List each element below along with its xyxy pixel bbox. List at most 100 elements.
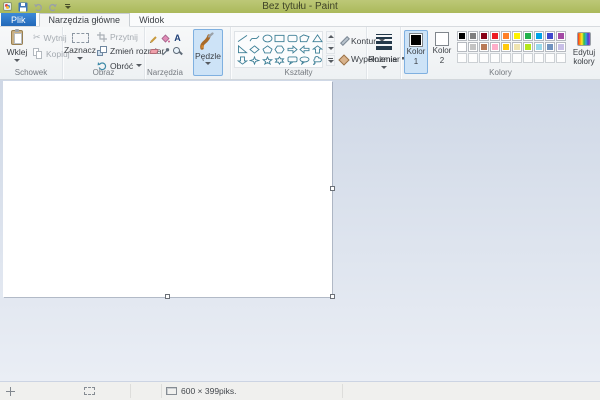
size-label: Rozmiar (368, 54, 400, 64)
canvas-resize-handle-right[interactable] (330, 186, 335, 191)
empty-color-slot[interactable] (501, 53, 511, 63)
paste-label: Wklej (7, 47, 28, 57)
shapes-group-label: Kształty (231, 68, 366, 77)
color1-number: 1 (414, 58, 418, 67)
canvas-resize-handle-bottom[interactable] (165, 294, 170, 299)
empty-color-slot[interactable] (534, 53, 544, 63)
color1-swatch (409, 33, 423, 47)
color-swatch[interactable] (512, 42, 522, 52)
shape-right-triangle-icon[interactable] (236, 44, 249, 55)
shape-diamond-icon[interactable] (249, 44, 262, 55)
empty-color-slot[interactable] (457, 53, 467, 63)
shape-line-icon[interactable] (236, 33, 249, 44)
canvas-resize-handle-corner[interactable] (330, 294, 335, 299)
canvas[interactable] (3, 81, 332, 297)
color-swatch[interactable] (468, 31, 478, 41)
brushes-dropdown-icon[interactable] (205, 62, 211, 65)
group-shapes: Kontur Wypełnienie Kształty (231, 27, 367, 79)
tab-view[interactable]: Widok (130, 13, 173, 26)
shape-rounded-rectangle-icon[interactable] (286, 33, 299, 44)
empty-color-slot[interactable] (468, 53, 478, 63)
color-swatch[interactable] (545, 42, 555, 52)
window-title: Bez tytułu - Paint (262, 1, 338, 12)
color-swatch[interactable] (479, 42, 489, 52)
group-clipboard: Wklej ✂ Wytnij Kopiuj Schowek (0, 27, 63, 79)
undo-icon[interactable] (32, 1, 43, 12)
brushes-button[interactable]: Pędzle (193, 29, 223, 76)
size-dropdown-icon[interactable] (381, 66, 387, 69)
shape-oval-icon[interactable] (261, 33, 274, 44)
color-swatch[interactable] (501, 42, 511, 52)
shapes-more-icon[interactable] (326, 55, 335, 66)
magnifier-icon[interactable] (172, 45, 183, 57)
shape-cloud-callout-icon[interactable] (311, 55, 324, 66)
color-swatch[interactable] (556, 31, 566, 41)
color-swatch[interactable] (523, 31, 533, 41)
empty-color-slot[interactable] (523, 53, 533, 63)
color-swatch[interactable] (457, 42, 467, 52)
color-swatch[interactable] (534, 42, 544, 52)
quick-access-toolbar (2, 1, 73, 12)
text-icon[interactable]: A (172, 32, 183, 44)
shape-four-point-star-icon[interactable] (249, 55, 262, 66)
select-icon (72, 33, 89, 43)
shape-six-point-star-icon[interactable] (274, 55, 287, 66)
shape-oval-callout-icon[interactable] (299, 55, 312, 66)
color-swatch[interactable] (501, 31, 511, 41)
selection-size-indicator (84, 382, 95, 400)
empty-color-slot[interactable] (556, 53, 566, 63)
shape-pentagon-icon[interactable] (261, 44, 274, 55)
palette-row-3 (457, 53, 566, 63)
empty-color-slot[interactable] (512, 53, 522, 63)
color-swatch[interactable] (556, 42, 566, 52)
line-width-icon (376, 34, 392, 50)
shape-five-point-star-icon[interactable] (261, 55, 274, 66)
shape-polygon-icon[interactable] (299, 33, 312, 44)
select-button[interactable]: Zaznacz (66, 31, 94, 73)
brushes-label: Pędzle (195, 51, 221, 61)
color-swatch[interactable] (457, 31, 467, 41)
rotate-dropdown-icon[interactable] (136, 64, 142, 67)
empty-color-slot[interactable] (479, 53, 489, 63)
customize-qat-icon[interactable] (62, 1, 73, 12)
color-swatch[interactable] (534, 31, 544, 41)
color-picker-icon[interactable] (160, 45, 171, 57)
group-image: Zaznacz Przytnij Zmień rozmiar Obróć (63, 27, 145, 79)
select-label: Zaznacz (64, 45, 96, 55)
crosshair-icon (6, 387, 15, 396)
color-swatch[interactable] (490, 42, 500, 52)
shape-right-arrow-icon[interactable] (286, 44, 299, 55)
paint-logo-icon[interactable] (2, 1, 13, 12)
empty-color-slot[interactable] (545, 53, 555, 63)
color-swatch[interactable] (523, 42, 533, 52)
save-icon[interactable] (17, 1, 28, 12)
shape-rounded-callout-icon[interactable] (286, 55, 299, 66)
paint-window: Bez tytułu - Paint Plik Narzędzia główne… (0, 0, 600, 400)
shape-left-arrow-icon[interactable] (299, 44, 312, 55)
group-colors: Kolor 1 Kolor 2 Edytuj kolory Kolory (401, 27, 600, 79)
size-button[interactable]: Rozmiar (370, 31, 398, 73)
tab-file[interactable]: Plik (1, 13, 36, 26)
tab-home[interactable]: Narzędzia główne (39, 13, 131, 27)
shape-triangle-icon[interactable] (311, 33, 324, 44)
empty-color-slot[interactable] (490, 53, 500, 63)
color-swatch[interactable] (512, 31, 522, 41)
eraser-icon[interactable] (148, 45, 159, 57)
color-swatch[interactable] (490, 31, 500, 41)
shape-down-arrow-icon[interactable] (236, 55, 249, 66)
pencil-icon[interactable] (148, 32, 159, 44)
colors-group-label: Kolory (401, 68, 600, 77)
shape-rectangle-icon[interactable] (274, 33, 287, 44)
select-dropdown-icon[interactable] (77, 57, 83, 60)
color-swatch[interactable] (479, 31, 489, 41)
color-swatch[interactable] (468, 42, 478, 52)
color-swatch[interactable] (545, 31, 555, 41)
redo-icon[interactable] (47, 1, 58, 12)
shape-hexagon-icon[interactable] (274, 44, 287, 55)
shapes-scroll-down-icon[interactable] (326, 43, 335, 54)
shapes-scroll-up-icon[interactable] (326, 31, 335, 42)
shape-curve-icon[interactable] (249, 33, 262, 44)
fill-icon[interactable] (160, 32, 171, 44)
paste-dropdown-icon[interactable] (14, 59, 20, 62)
shape-up-arrow-icon[interactable] (311, 44, 324, 55)
